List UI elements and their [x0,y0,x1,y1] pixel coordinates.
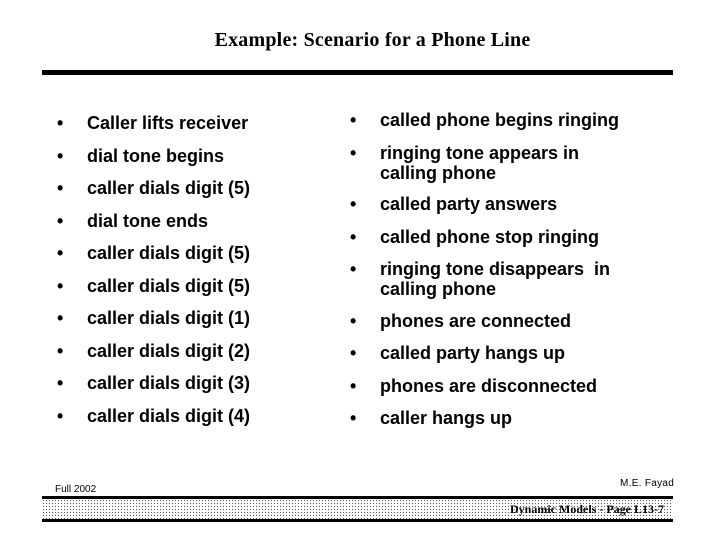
list-item: • caller dials digit (1) [57,308,250,341]
list-item-text: caller dials digit (2) [87,340,251,361]
list-item: • Caller lifts receiver [57,113,250,146]
list-item: • caller dials digit (2) [57,341,250,374]
bullet-icon: • [57,373,64,393]
bullet-icon: • [350,226,357,247]
list-item-text: ringing tone disappears in [380,259,611,279]
list-item: • phones are connected [350,311,619,332]
bullet-icon: • [350,110,357,130]
list-item: • ringing tone appears in calling phone [350,143,619,183]
bullet-icon: • [350,310,357,331]
bullet-icon: • [350,408,357,428]
list-item-text: phones are connected [380,310,572,331]
list-item: • dial tone begins [57,146,250,179]
list-item-text: called party answers [380,194,558,214]
list-item: • ringing tone disappears in calling phone [350,259,619,299]
list-item-text: caller dials digit (5) [87,178,251,198]
footer-term: Full 2002 [55,484,97,495]
list-item-text: dial tone ends [87,210,209,231]
list-item-text: called phone stop ringing [380,226,600,247]
bullet-icon: • [57,113,64,133]
footer-author: M.E. Fayad [620,478,675,489]
list-item: • caller dials digit (3) [57,373,250,406]
bullet-icon: • [57,340,64,361]
list-item-text: Caller lifts receiver [87,113,249,133]
list-item: • phones are disconnected [350,376,619,397]
list-item-text: caller dials digit (4) [87,405,251,426]
bullet-icon: • [57,178,64,198]
right-bullet-list: • called phone begins ringing • ringing to… [350,110,619,441]
list-item-text-continued: calling phone [380,279,497,299]
list-item: • caller hangs up [350,408,619,429]
footer-bar: Dynamic Models - Page L13-7 [42,496,673,522]
bullet-icon: • [57,145,64,166]
list-item: • called phone begins ringing [350,110,619,131]
list-item: • called party answers [350,194,619,215]
bullet-icon: • [57,243,64,263]
list-item-text: caller dials digit (1) [87,308,251,328]
list-item-text: phones are disconnected [380,375,598,396]
list-item: • dial tone ends [57,211,250,244]
bullet-icon: • [57,405,64,426]
list-item-text: caller dials digit (5) [87,243,251,263]
list-item: • caller dials digit (5) [57,243,250,276]
bullet-icon: • [350,142,357,163]
bullet-icon: • [57,210,64,231]
list-item-text-continued: calling phone [380,162,497,183]
list-item-text: caller dials digit (5) [87,275,251,296]
bullet-icon: • [57,308,64,328]
footer-page-label: Dynamic Models - Page L13-7 [510,502,664,516]
bullet-icon: • [350,375,357,396]
list-item: • caller dials digit (5) [57,276,250,309]
list-item: • caller dials digit (5) [57,178,250,211]
list-item: • caller dials digit (4) [57,406,250,439]
list-item-text: called party hangs up [380,343,566,363]
title-divider [42,70,673,75]
list-item: • called party hangs up [350,343,619,364]
list-item-text: caller hangs up [380,408,513,428]
list-item-text: caller dials digit (3) [87,373,251,393]
bullet-icon: • [350,194,357,214]
list-item-text: ringing tone appears in [380,142,580,163]
bullet-icon: • [350,259,357,279]
left-bullet-list: • Caller lifts receiver • dial tone begins… [57,113,250,438]
slide-title: Example: Scenario for a Phone Line [214,29,531,51]
list-item-text: called phone begins ringing [380,110,620,130]
bullet-icon: • [57,275,64,296]
bullet-icon: • [350,343,357,363]
list-item-text: dial tone begins [87,145,225,166]
list-item: • called phone stop ringing [350,227,619,248]
